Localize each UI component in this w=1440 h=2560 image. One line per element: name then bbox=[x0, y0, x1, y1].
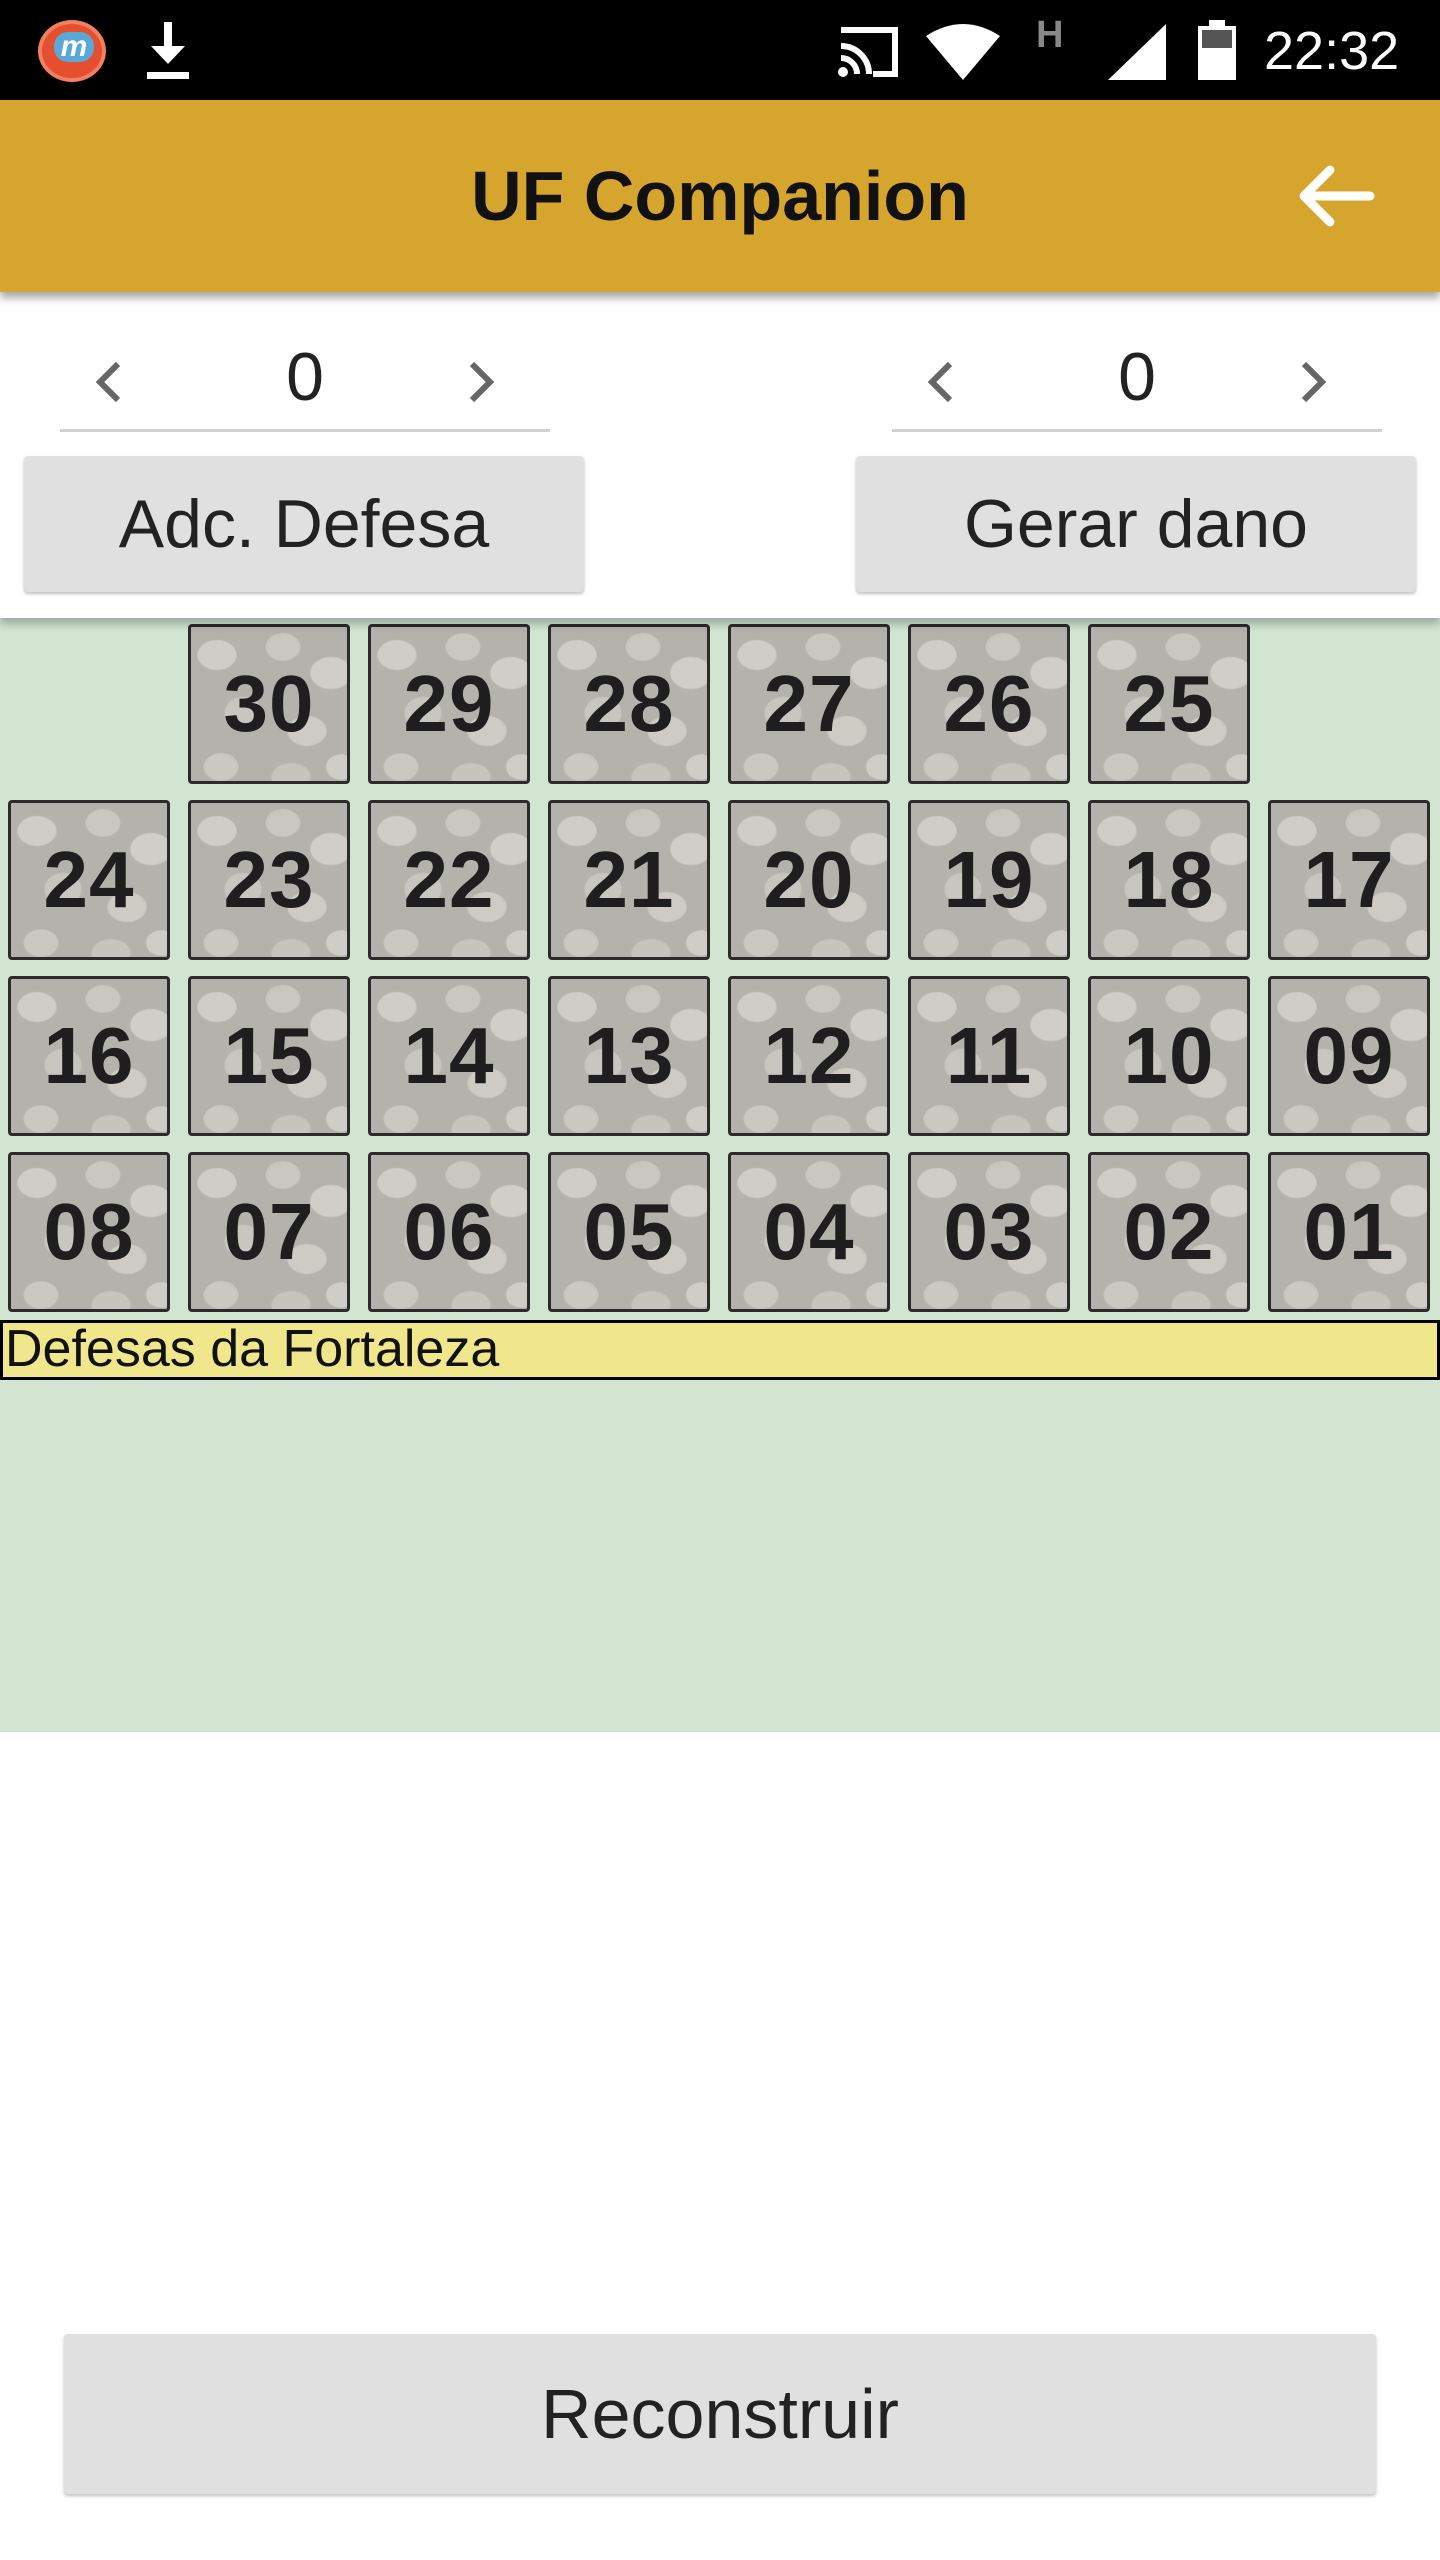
damage-stepper-underline bbox=[892, 429, 1382, 432]
tile[interactable]: 15 bbox=[188, 976, 350, 1136]
tile-number: 16 bbox=[43, 1011, 135, 1100]
tile-number: 04 bbox=[763, 1187, 855, 1276]
tile-number: 05 bbox=[583, 1187, 675, 1276]
tile-number: 15 bbox=[223, 1011, 315, 1100]
tile[interactable]: 06 bbox=[368, 1152, 530, 1312]
tile-number: 26 bbox=[943, 659, 1035, 748]
tile-number: 06 bbox=[403, 1187, 495, 1276]
tile[interactable]: 12 bbox=[728, 976, 890, 1136]
tile-number: 30 bbox=[223, 659, 315, 748]
tile-number: 12 bbox=[763, 1011, 855, 1100]
tile[interactable]: 21 bbox=[548, 800, 710, 960]
tile-number: 11 bbox=[945, 1011, 1033, 1100]
tile-number: 20 bbox=[763, 835, 855, 924]
tile-number: 28 bbox=[583, 659, 675, 748]
chevron-right-icon bbox=[469, 361, 495, 403]
tile-number: 08 bbox=[43, 1187, 135, 1276]
tile-number: 17 bbox=[1303, 835, 1395, 924]
cast-icon bbox=[838, 27, 898, 77]
tile-number: 09 bbox=[1303, 1011, 1395, 1100]
tile[interactable]: 13 bbox=[548, 976, 710, 1136]
arrow-left-icon[interactable] bbox=[1290, 156, 1380, 236]
tile[interactable]: 27 bbox=[728, 624, 890, 784]
tile[interactable]: 28 bbox=[548, 624, 710, 784]
add-defense-button[interactable]: Adc. Defesa bbox=[24, 456, 584, 592]
tile[interactable]: 23 bbox=[188, 800, 350, 960]
app-notification-icon: m bbox=[38, 20, 106, 82]
tile[interactable]: 29 bbox=[368, 624, 530, 784]
wifi-icon bbox=[926, 24, 1000, 80]
tile-number: 01 bbox=[1303, 1187, 1395, 1276]
chevron-right-icon bbox=[1301, 361, 1327, 403]
tile-number: 02 bbox=[1123, 1187, 1215, 1276]
download-icon bbox=[147, 22, 189, 79]
tile[interactable]: 22 bbox=[368, 800, 530, 960]
tile[interactable]: 17 bbox=[1268, 800, 1430, 960]
tile[interactable]: 04 bbox=[728, 1152, 890, 1312]
tile[interactable]: 08 bbox=[8, 1152, 170, 1312]
tile-number: 29 bbox=[403, 659, 495, 748]
tile[interactable]: 24 bbox=[8, 800, 170, 960]
tile-number: 21 bbox=[583, 835, 675, 924]
defense-stepper-underline bbox=[60, 429, 550, 432]
tile[interactable]: 01 bbox=[1268, 1152, 1430, 1312]
defense-increment-button[interactable] bbox=[450, 352, 510, 412]
tile[interactable]: 14 bbox=[368, 976, 530, 1136]
tile[interactable]: 19 bbox=[908, 800, 1070, 960]
tile-number: 13 bbox=[583, 1011, 675, 1100]
page-title: UF Companion bbox=[471, 157, 969, 235]
tile-number: 10 bbox=[1123, 1011, 1215, 1100]
fortress-defenses-info: Defesas da Fortaleza bbox=[0, 1320, 1440, 1380]
fortress-board: 30 29 28 27 26 25 24 23 22 21 20 19 18 1… bbox=[0, 618, 1440, 1732]
tile[interactable]: 11 bbox=[908, 976, 1070, 1136]
tile[interactable]: 30 bbox=[188, 624, 350, 784]
network-type-label: H bbox=[1036, 14, 1064, 56]
app-notification-letter: m bbox=[54, 32, 94, 62]
tile-number: 27 bbox=[763, 659, 855, 748]
status-bar: m H 22:32 bbox=[0, 0, 1440, 100]
tile[interactable]: 02 bbox=[1088, 1152, 1250, 1312]
damage-increment-button[interactable] bbox=[1282, 352, 1342, 412]
tile-number: 25 bbox=[1123, 659, 1215, 748]
tile[interactable]: 20 bbox=[728, 800, 890, 960]
tile[interactable]: 07 bbox=[188, 1152, 350, 1312]
tile[interactable]: 25 bbox=[1088, 624, 1250, 784]
tile[interactable]: 05 bbox=[548, 1152, 710, 1312]
tile[interactable]: 03 bbox=[908, 1152, 1070, 1312]
tile-number: 14 bbox=[403, 1011, 495, 1100]
generate-damage-button[interactable]: Gerar dano bbox=[856, 456, 1416, 592]
tile-number: 22 bbox=[403, 835, 495, 924]
battery-icon bbox=[1198, 20, 1236, 80]
controls-panel: 0 0 Adc. Defesa Gerar dano bbox=[0, 292, 1440, 618]
tile[interactable]: 18 bbox=[1088, 800, 1250, 960]
app-bar: UF Companion bbox=[0, 100, 1440, 292]
signal-icon bbox=[1108, 24, 1166, 80]
tile-number: 07 bbox=[223, 1187, 315, 1276]
tile-number: 24 bbox=[43, 835, 135, 924]
tile[interactable]: 26 bbox=[908, 624, 1070, 784]
tile-number: 19 bbox=[943, 835, 1035, 924]
tile[interactable]: 16 bbox=[8, 976, 170, 1136]
tile-number: 18 bbox=[1123, 835, 1215, 924]
damage-stepper: 0 bbox=[892, 332, 1382, 432]
clock: 22:32 bbox=[1264, 21, 1400, 81]
rebuild-button[interactable]: Reconstruir bbox=[64, 2334, 1376, 2494]
tile[interactable]: 09 bbox=[1268, 976, 1430, 1136]
tile[interactable]: 10 bbox=[1088, 976, 1250, 1136]
defense-stepper: 0 bbox=[60, 332, 550, 432]
tile-number: 23 bbox=[223, 835, 315, 924]
tile-number: 03 bbox=[943, 1187, 1035, 1276]
